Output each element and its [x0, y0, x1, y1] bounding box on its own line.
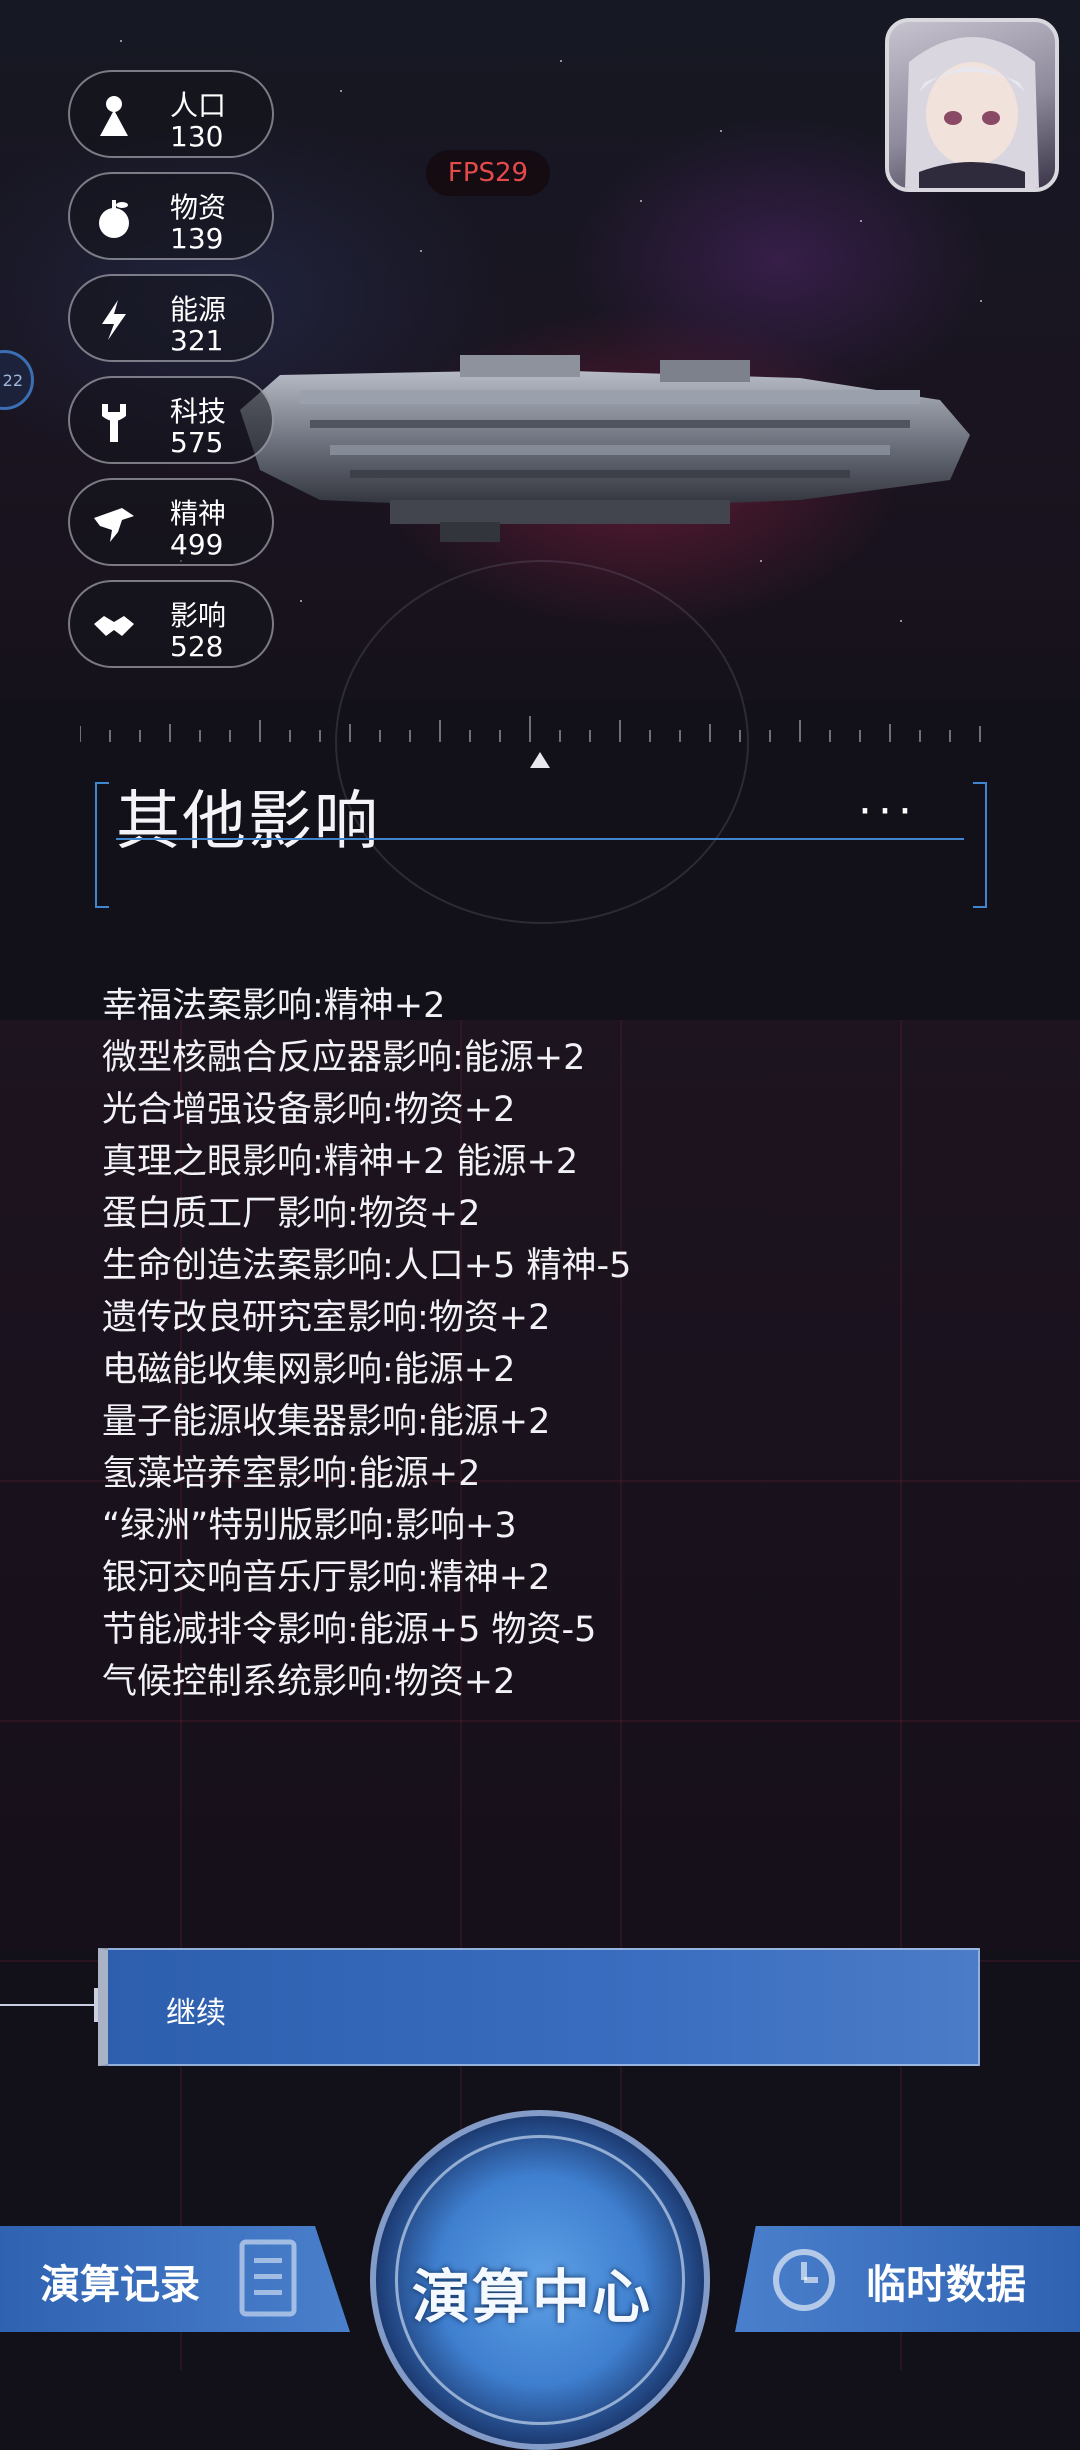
center-label: 演算中心 — [412, 2263, 653, 2331]
list-item: 微型核融合反应器影响:能源+2 — [102, 1038, 586, 1078]
resource-energy[interactable]: 能源 321 — [68, 274, 274, 362]
character-portrait — [905, 37, 1039, 188]
player-avatar[interactable] — [885, 18, 1059, 192]
resource-name: 能源 — [170, 293, 227, 326]
list-item: 幸福法案影响:精神+2 — [102, 986, 446, 1026]
list-item: 氢藻培养室影响:能源+2 — [102, 1454, 481, 1494]
list-item: 遗传改良研究室影响:物资+2 — [102, 1298, 551, 1338]
continue-label: 继续 — [166, 1996, 226, 2031]
panel-title: 其他影响 — [116, 785, 380, 859]
clock-icon — [773, 2249, 835, 2311]
effects-list: 幸福法案影响:精神+2 微型核融合反应器影响:能源+2 光合增强设备影响:物资+… — [102, 980, 1002, 1708]
grid-line — [0, 1720, 1080, 1722]
eagle-icon — [94, 508, 134, 542]
resource-name: 影响 — [170, 599, 227, 632]
spaceship — [240, 355, 970, 542]
resource-name: 科技 — [170, 395, 227, 428]
resource-spirit[interactable]: 精神 499 — [68, 478, 274, 566]
lightning-icon — [102, 300, 126, 340]
list-item: “绿洲”特别版影响:影响+3 — [102, 1506, 517, 1546]
person-icon — [100, 96, 128, 136]
wrench-icon — [102, 404, 126, 442]
list-item: 蛋白质工厂影响:物资+2 — [102, 1194, 481, 1234]
resource-value: 575 — [170, 426, 224, 459]
list-item: 生命创造法案影响:人口+5 精神-5 — [102, 1246, 632, 1286]
list-item: 量子能源收集器影响:能源+2 — [102, 1402, 551, 1442]
list-item: 气候控制系统影响:物资+2 — [102, 1662, 516, 1702]
resource-value: 130 — [170, 120, 224, 153]
list-item: 银河交响音乐厅影响:精神+2 — [102, 1558, 551, 1598]
handshake-icon — [94, 616, 134, 636]
resource-value: 139 — [170, 222, 224, 255]
nav-left-label: 演算记录 — [40, 2262, 200, 2308]
resource-value: 321 — [170, 324, 224, 357]
resource-name: 人口 — [170, 89, 227, 122]
continue-button[interactable]: 继续 — [98, 1948, 980, 2066]
side-tab[interactable]: 22 — [0, 350, 34, 410]
nav-right-label: 临时数据 — [866, 2262, 1026, 2308]
resource-list: 人口 130 物资 139 能源 321 科技 575 精神 499 影响 52… — [68, 70, 278, 682]
apple-icon — [99, 200, 129, 238]
resource-technology[interactable]: 科技 575 — [68, 376, 274, 464]
list-item: 光合增强设备影响:物资+2 — [102, 1090, 516, 1130]
resource-population[interactable]: 人口 130 — [68, 70, 274, 158]
resource-name: 精神 — [170, 497, 227, 530]
resource-supplies[interactable]: 物资 139 — [68, 172, 274, 260]
title-underline — [116, 838, 964, 840]
fps-counter: FPS29 — [426, 150, 550, 196]
resource-value: 499 — [170, 528, 224, 561]
list-item: 电磁能收集网影响:能源+2 — [102, 1350, 516, 1390]
list-item: 节能减排令影响:能源+5 物资-5 — [102, 1610, 597, 1650]
continue-connector — [0, 2004, 96, 2006]
resource-value: 528 — [170, 630, 224, 663]
list-item: 真理之眼影响:精神+2 能源+2 — [102, 1142, 579, 1182]
document-icon — [239, 2239, 297, 2317]
resource-name: 物资 — [170, 191, 227, 224]
more-options-button[interactable]: ··· — [858, 786, 918, 837]
resource-influence[interactable]: 影响 528 — [68, 580, 274, 668]
